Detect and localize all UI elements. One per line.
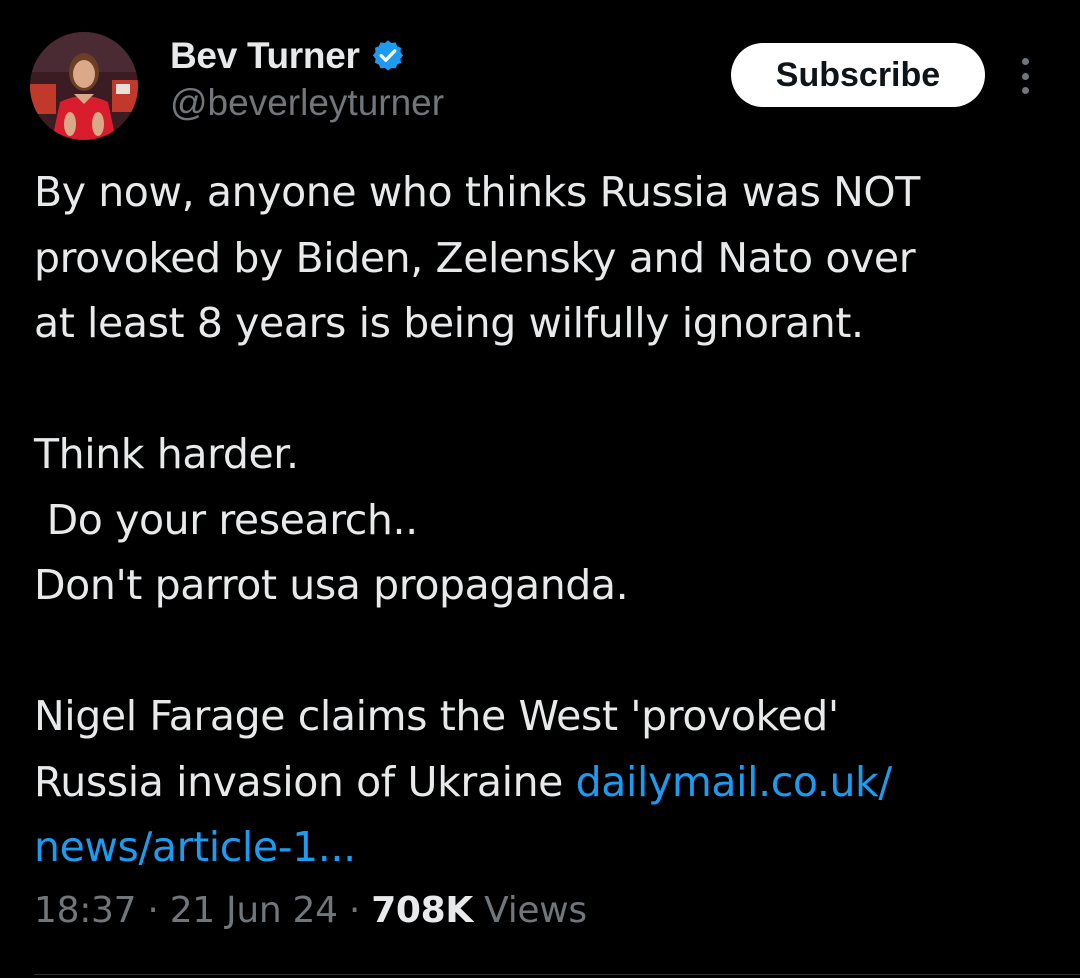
- author-display-name[interactable]: Bev Turner: [170, 35, 360, 77]
- author-handle[interactable]: @beverleyturner: [170, 82, 444, 124]
- tweet-text-line: Think harder.: [34, 430, 299, 478]
- tweet-text-line: Russia invasion of Ukraine dailymail.co.…: [34, 750, 1054, 816]
- more-dot: [1021, 58, 1029, 65]
- more-dot: [1021, 72, 1029, 80]
- tweet-text-line: Don't parrot usa propaganda.: [34, 561, 629, 609]
- avatar[interactable]: [30, 32, 138, 140]
- views-label[interactable]: Views: [473, 890, 587, 931]
- verified-badge-icon[interactable]: [370, 38, 406, 74]
- tweet-time[interactable]: 18:37: [34, 890, 137, 931]
- tweet-text-line: news/article-1...: [34, 815, 1054, 881]
- divider: [34, 974, 1080, 975]
- article-link-continued[interactable]: news/article-1...: [34, 823, 356, 871]
- tweet-date[interactable]: 21 Jun 24: [170, 890, 338, 931]
- tweet-text: By now, anyone who thinks Russia was NOT…: [34, 160, 1054, 881]
- tweet-text-line: [34, 619, 1054, 685]
- tweet-text-line: [34, 357, 1054, 423]
- tweet-text-segment: Russia invasion of Ukraine: [34, 757, 576, 806]
- views-count[interactable]: 708K: [371, 890, 473, 931]
- tweet-meta: 18:37 · 21 Jun 24 · 708K Views: [34, 890, 587, 931]
- article-link[interactable]: dailymail.co.uk/: [576, 758, 893, 806]
- meta-separator: ·: [136, 890, 170, 931]
- more-vertical-icon[interactable]: [1010, 54, 1040, 98]
- avatar-image: [30, 32, 138, 140]
- more-dot: [1021, 87, 1029, 94]
- tweet-text-line: at least 8 years is being wilfully ignor…: [34, 299, 864, 347]
- tweet: Bev Turner @beverleyturner Subscribe By …: [0, 0, 1080, 978]
- tweet-text-line: By now, anyone who thinks Russia was NOT: [34, 168, 920, 216]
- meta-separator: ·: [337, 890, 372, 931]
- subscribe-button[interactable]: Subscribe: [731, 43, 985, 107]
- tweet-text-line: Do your research..: [34, 495, 419, 544]
- tweet-text-line: Nigel Farage claims the West 'provoked': [34, 692, 839, 740]
- author-name-row: Bev Turner: [170, 32, 406, 80]
- tweet-text-line: provoked by Biden, Zelensky and Nato ove…: [34, 233, 916, 282]
